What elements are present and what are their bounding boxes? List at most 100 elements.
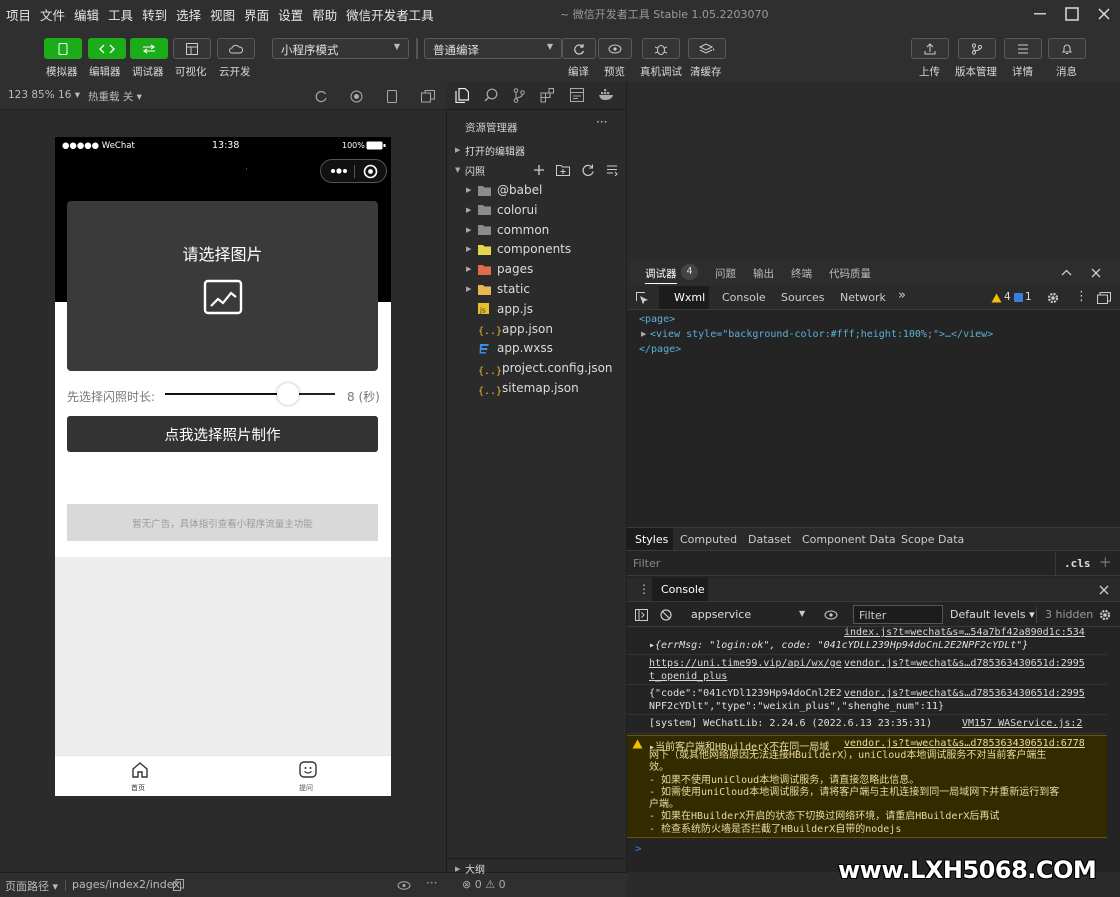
tree-item[interactable]: ▶ colorui	[448, 200, 627, 220]
make-photo-button[interactable]: 点我选择照片制作	[67, 416, 378, 452]
menu-interface[interactable]: 界面	[244, 5, 269, 24]
log-text[interactable]: ▸{errMsg: "login:ok", code: "041cYDLL239…	[649, 640, 1028, 651]
console-drawer-tab[interactable]: Console	[661, 583, 705, 596]
tab-wxml[interactable]: Wxml	[674, 291, 705, 304]
tab-problems[interactable]: 问题	[715, 266, 736, 281]
project-section[interactable]: ▼ 闪照	[448, 160, 627, 180]
page-path-label[interactable]: 页面路径 ▾	[5, 878, 58, 894]
chevron-down-icon[interactable]: ▼	[799, 609, 805, 618]
menu-settings[interactable]: 设置	[278, 5, 303, 24]
phone-icon[interactable]	[387, 90, 397, 103]
tab-scope-data[interactable]: Scope Data	[901, 533, 964, 546]
problems-count[interactable]: ⊗ 0 ⚠ 0	[462, 878, 506, 891]
window-icon[interactable]	[421, 90, 435, 103]
kebab-icon[interactable]: ⋮	[638, 582, 650, 596]
minimize-button[interactable]	[1029, 4, 1051, 24]
inspect-icon[interactable]	[636, 292, 649, 305]
menu-devtools[interactable]: 微信开发者工具	[346, 5, 434, 24]
new-file-icon[interactable]	[533, 164, 545, 176]
tree-item[interactable]: ▶ common	[448, 220, 627, 240]
clear-cache-button[interactable]	[688, 38, 726, 59]
menu-select[interactable]: 选择	[176, 5, 201, 24]
log-url-link[interactable]: https://uni.time99.vip/api/wx/ge	[649, 658, 842, 669]
tree-item[interactable]: {..} app.json	[448, 319, 627, 339]
close-icon[interactable]	[1099, 585, 1109, 595]
menu-help[interactable]: 帮助	[312, 5, 337, 24]
eye-icon[interactable]	[397, 881, 411, 890]
sidebar-toggle-icon[interactable]	[635, 609, 648, 621]
refresh-icon[interactable]	[315, 90, 328, 103]
chevron-up-icon[interactable]	[1061, 269, 1072, 276]
chevron-right-icon[interactable]: ▶	[641, 330, 646, 338]
cloud-toggle[interactable]	[217, 38, 255, 59]
styles-filter-input[interactable]: Filter	[633, 557, 660, 570]
tab-component-data[interactable]: Component Data	[802, 533, 896, 546]
compile-button[interactable]	[562, 38, 596, 59]
dock-icon[interactable]	[1097, 292, 1111, 304]
gear-icon[interactable]	[1098, 608, 1112, 622]
tab-network[interactable]: Network	[840, 291, 886, 304]
capsule-menu[interactable]	[320, 159, 387, 183]
kebab-icon[interactable]: ⋮	[1075, 289, 1088, 304]
extensions-icon[interactable]	[540, 88, 555, 103]
stop-icon[interactable]	[350, 90, 363, 103]
copy-icon[interactable]	[173, 879, 184, 891]
menu-view[interactable]: 视图	[210, 5, 235, 24]
collapse-icon[interactable]	[606, 164, 618, 176]
console-filter-input[interactable]: Filter	[853, 605, 943, 624]
log-source-link[interactable]: VM157 WAService.js:2	[962, 718, 1082, 729]
eye-icon[interactable]	[824, 610, 838, 620]
docker-icon[interactable]	[598, 89, 615, 101]
tab-ask[interactable]: 提问	[293, 759, 323, 795]
menu-edit[interactable]: 编辑	[74, 5, 99, 24]
tree-item[interactable]: ▶ @babel	[448, 180, 627, 200]
wxml-page-open[interactable]: <page>	[639, 314, 675, 325]
close-window-button[interactable]	[1093, 4, 1115, 24]
refresh-icon[interactable]	[582, 164, 594, 176]
editor-toggle[interactable]	[88, 38, 126, 59]
tab-sources[interactable]: Sources	[781, 291, 825, 304]
image-picker[interactable]: 请选择图片	[67, 201, 378, 371]
tab-debugger[interactable]: 调试器	[645, 266, 677, 284]
menu-goto[interactable]: 转到	[142, 5, 167, 24]
log-url-link-2[interactable]: t_openid_plus	[649, 671, 727, 682]
info-count[interactable]: 1	[1025, 291, 1032, 303]
tab-output[interactable]: 输出	[753, 266, 774, 281]
tree-item[interactable]: ▶ components	[448, 239, 627, 259]
menu-file[interactable]: 文件	[40, 5, 65, 24]
tree-item[interactable]: ▶ static	[448, 279, 627, 299]
warning-count[interactable]: 4	[1004, 291, 1011, 303]
mode-select[interactable]: 小程序模式 ▼	[272, 38, 409, 59]
preview-button[interactable]	[598, 38, 632, 59]
tab-home[interactable]: 首页	[125, 759, 155, 795]
source-control-icon[interactable]	[513, 88, 525, 103]
wxml-page-close[interactable]: </page>	[639, 344, 681, 355]
console-prompt[interactable]: >	[635, 842, 642, 855]
open-editors-section[interactable]: ▶ 打开的编辑器	[448, 140, 627, 160]
tree-item[interactable]: app.wxss	[448, 338, 627, 358]
clear-console-icon[interactable]	[660, 609, 672, 621]
debugger-toggle[interactable]	[130, 38, 168, 59]
tab-terminal[interactable]: 终端	[791, 266, 812, 281]
hot-reload-toggle[interactable]: 热重载 关 ▾	[88, 89, 142, 104]
log-source-link[interactable]: vendor.js?t=wechat&s…d785363430651d:6778	[844, 738, 1085, 749]
version-button[interactable]	[958, 38, 996, 59]
close-icon[interactable]	[1091, 268, 1101, 278]
log-source-link[interactable]: index.js?t=wechat&s=…54a7bf42a890d1c:534	[844, 627, 1085, 638]
details-button[interactable]	[1004, 38, 1042, 59]
maximize-button[interactable]	[1061, 4, 1083, 24]
tab-computed[interactable]: Computed	[680, 533, 737, 546]
more-icon[interactable]: ···	[596, 115, 607, 129]
tree-item[interactable]: {..} sitemap.json	[448, 378, 627, 398]
menu-tools[interactable]: 工具	[108, 5, 133, 24]
tree-item[interactable]: {..} project.config.json	[448, 358, 627, 378]
new-folder-icon[interactable]	[556, 164, 570, 176]
log-source-link[interactable]: vendor.js?t=wechat&s…d785363430651d:2995	[844, 658, 1085, 669]
upload-button[interactable]	[911, 38, 949, 59]
visual-toggle[interactable]	[173, 38, 211, 59]
log-source-link[interactable]: vendor.js?t=wechat&s…d785363430651d:2995	[844, 688, 1085, 699]
wxml-view-node[interactable]: <view style="background-color:#fff;heigh…	[650, 329, 993, 340]
menu-project[interactable]: 项目	[6, 5, 31, 24]
context-select[interactable]: appservice	[691, 608, 751, 621]
cls-toggle[interactable]: .cls	[1064, 557, 1091, 570]
